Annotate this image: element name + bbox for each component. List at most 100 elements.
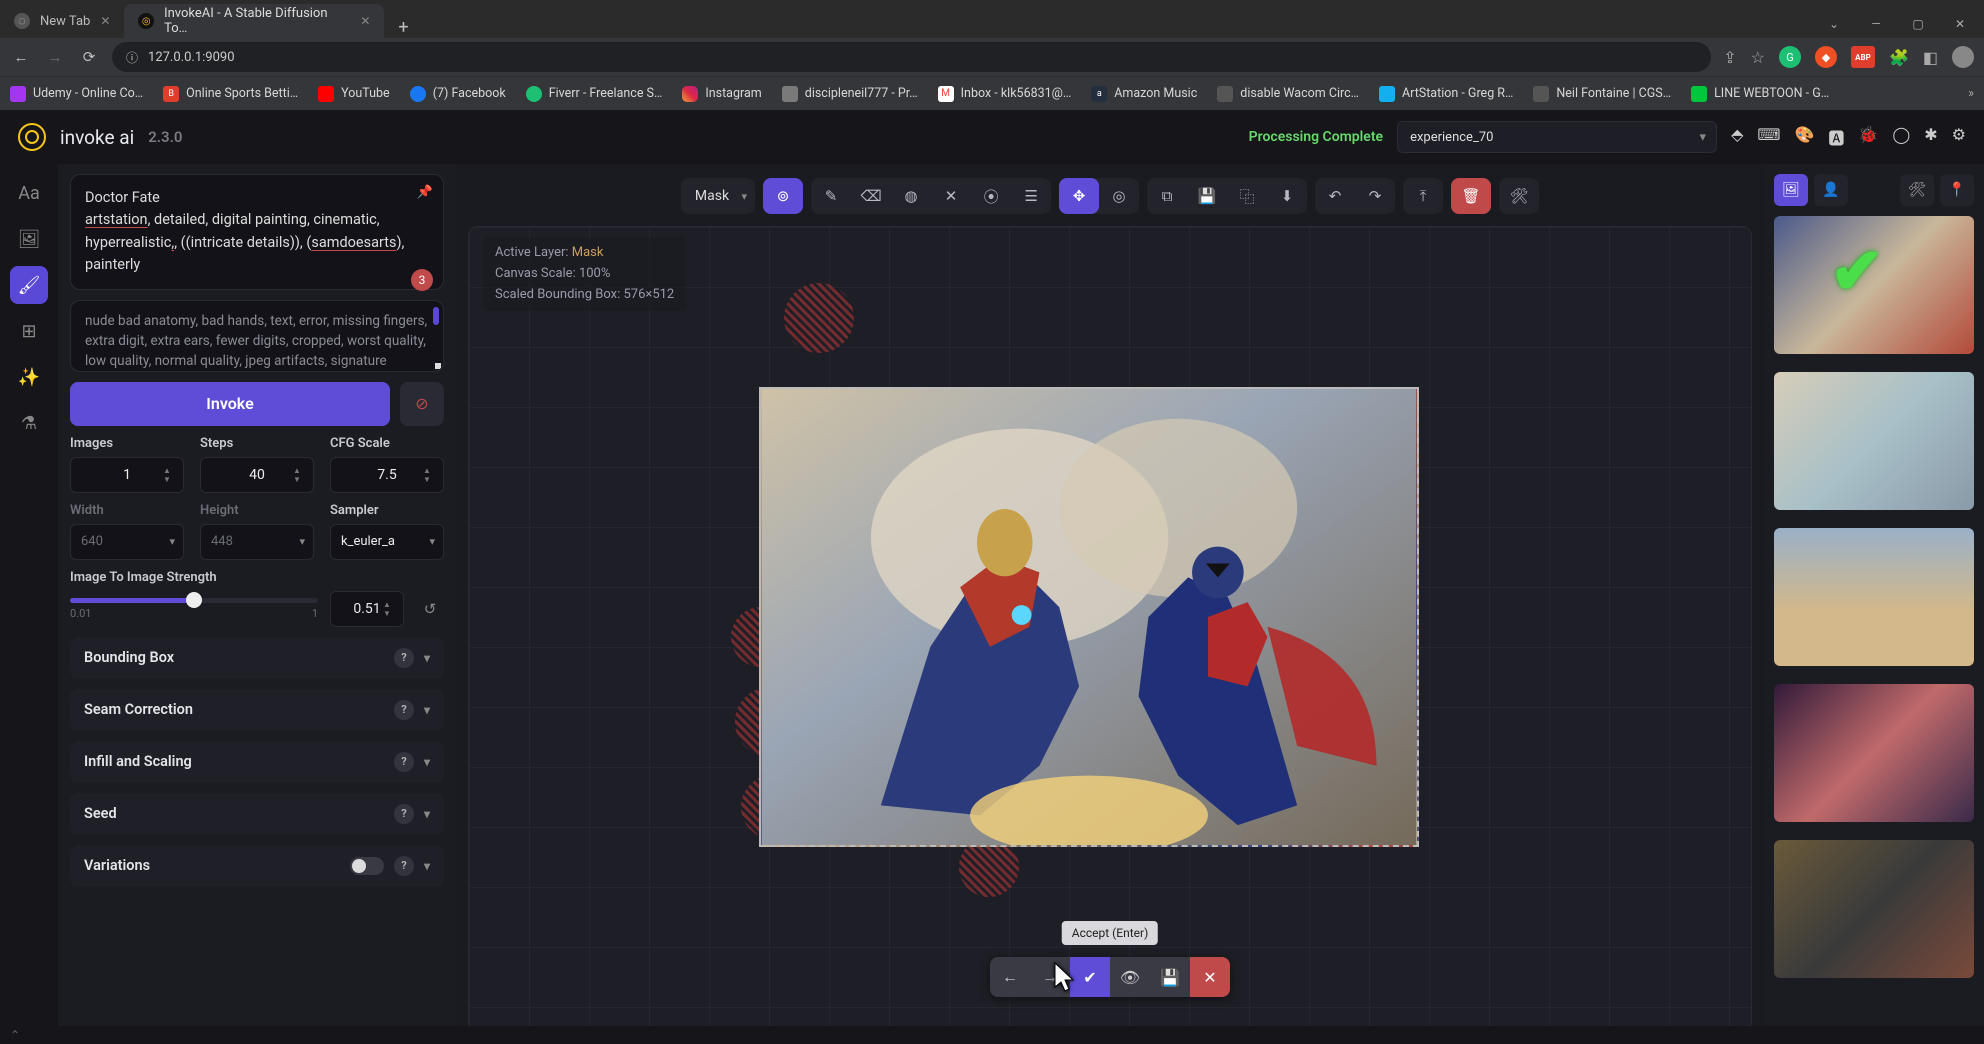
cancel-button[interactable]: ⊘	[400, 382, 444, 426]
accordion-seed[interactable]: Seed?▾	[70, 793, 444, 835]
discord-icon[interactable]: ✱	[1924, 125, 1937, 149]
bookmarks-overflow-icon[interactable]: »	[1968, 86, 1974, 101]
gallery-thumb[interactable]	[1774, 216, 1974, 354]
bookmark-item[interactable]: MInbox - klk56831@…	[938, 86, 1072, 102]
model-manager-icon[interactable]: ⬘	[1731, 125, 1743, 149]
save-to-gallery-button[interactable]: 💾	[1187, 178, 1227, 214]
side-panel-icon[interactable]: ◧	[1923, 48, 1938, 67]
variations-toggle[interactable]	[350, 857, 384, 875]
gallery-thumb[interactable]	[1774, 528, 1974, 666]
resize-handle-icon[interactable]	[435, 363, 441, 369]
help-icon[interactable]: ?	[394, 648, 414, 668]
close-window-icon[interactable]: ✕	[1942, 10, 1978, 38]
reset-button[interactable]: ↺	[416, 600, 444, 618]
accordion-variations[interactable]: Variations ?▾	[70, 845, 444, 887]
brush-options-button[interactable]: ☰	[1011, 178, 1051, 214]
maximize-icon[interactable]: ▢	[1900, 10, 1936, 38]
move-tool-button[interactable]: ✥	[1059, 178, 1099, 214]
bbox-tool-button[interactable]: ◎	[1099, 178, 1139, 214]
height-select[interactable]: 448	[200, 524, 314, 560]
staging-toggle-view-button[interactable]: 👁	[1110, 957, 1150, 997]
rail-postprocess[interactable]: ✨	[10, 358, 48, 396]
copy-to-clipboard-button[interactable]: ⿻	[1227, 178, 1267, 214]
gallery-pin-button[interactable]: 📍	[1940, 174, 1974, 206]
redo-button[interactable]: ↷	[1355, 178, 1395, 214]
browser-tab-1[interactable]: ◎ InvokeAI - A Stable Diffusion To… ✕	[124, 4, 384, 38]
staging-accept-button[interactable]: ✔	[1070, 957, 1110, 997]
share-icon[interactable]: ⇪	[1723, 48, 1736, 67]
img2img-strength-input[interactable]: 0.51▲▼	[330, 591, 404, 627]
help-icon[interactable]: ?	[394, 856, 414, 876]
back-button[interactable]: ←	[10, 48, 32, 66]
help-icon[interactable]: ?	[394, 700, 414, 720]
address-bar[interactable]: ⓘ 127.0.0.1:9090	[112, 42, 1711, 72]
rail-training[interactable]: ⚗	[10, 404, 48, 442]
sampler-select[interactable]: k_euler_a	[330, 524, 444, 560]
bookmark-item[interactable]: Instagram	[682, 86, 761, 102]
bookmark-item[interactable]: Fiverr - Freelance S…	[526, 86, 663, 102]
extension-icon[interactable]: ◆	[1815, 46, 1837, 68]
bookmark-item[interactable]: Udemy - Online Co…	[10, 86, 143, 102]
slider-thumb[interactable]	[186, 592, 202, 608]
gallery-thumb[interactable]	[1774, 684, 1974, 822]
bookmark-item[interactable]: ArtStation - Greg R…	[1379, 86, 1513, 102]
accordion-infill-scaling[interactable]: Infill and Scaling?▾	[70, 741, 444, 783]
staging-discard-button[interactable]: ✕	[1190, 957, 1230, 997]
new-tab-button[interactable]: +	[384, 17, 422, 38]
stepper-icon[interactable]: ▲▼	[423, 458, 439, 492]
forward-button[interactable]: →	[44, 48, 66, 66]
site-info-icon[interactable]: ⓘ	[126, 49, 138, 66]
extension-abp-icon[interactable]: ABP	[1851, 46, 1875, 68]
language-icon[interactable]: 🅰	[1828, 125, 1844, 149]
gallery-user-tab[interactable]: 👤	[1814, 174, 1848, 206]
upload-button[interactable]: ⤒	[1403, 178, 1443, 214]
merge-visible-button[interactable]: ⧉	[1147, 178, 1187, 214]
tabs-dropdown-icon[interactable]: ⌄	[1816, 10, 1852, 38]
images-input[interactable]: 1▲▼	[70, 457, 184, 493]
scrollbar-thumb[interactable]	[433, 307, 439, 325]
clear-mask-button[interactable]: ✕	[931, 178, 971, 214]
bookmark-item[interactable]: aAmazon Music	[1091, 86, 1197, 102]
console-toggle-icon[interactable]: ⌃	[10, 1028, 20, 1042]
bookmark-item[interactable]: discipleneil777 - Pr…	[782, 86, 918, 102]
width-select[interactable]: 640	[70, 524, 184, 560]
extension-icon[interactable]: G	[1779, 46, 1801, 68]
settings-icon[interactable]: ⚙	[1952, 125, 1966, 149]
color-picker-button[interactable]: ⦿	[971, 178, 1011, 214]
bookmark-item[interactable]: BOnline Sports Betti…	[163, 86, 298, 102]
fill-tool-button[interactable]: ◍	[891, 178, 931, 214]
bookmark-item[interactable]: Neil Fontaine | CGS…	[1533, 86, 1671, 102]
profile-avatar-icon[interactable]	[1952, 46, 1974, 68]
invoke-button[interactable]: Invoke	[70, 382, 390, 426]
download-button[interactable]: ⬇	[1267, 178, 1307, 214]
bug-icon[interactable]: 🐞	[1858, 125, 1878, 149]
canvas-settings-button[interactable]: 🛠	[1499, 178, 1539, 214]
prompt-input[interactable]: 📌 Doctor Fate artstation, detailed, digi…	[70, 174, 444, 290]
minimize-icon[interactable]: —	[1858, 10, 1894, 38]
bookmark-item[interactable]: YouTube	[318, 86, 390, 102]
bookmark-item[interactable]: disable Wacom Circ…	[1217, 86, 1359, 102]
extensions-menu-icon[interactable]: 🧩	[1889, 48, 1909, 67]
accordion-bounding-box[interactable]: Bounding Box?▾	[70, 637, 444, 679]
browser-tab-0[interactable]: ◌ New Tab ✕	[0, 4, 124, 38]
accordion-seam-correction[interactable]: Seam Correction?▾	[70, 689, 444, 731]
negative-prompt-input[interactable]: nude bad anatomy, bad hands, text, error…	[70, 300, 444, 372]
close-icon[interactable]: ✕	[100, 14, 110, 28]
stepper-icon[interactable]: ▲▼	[293, 458, 309, 492]
canvas-image[interactable]	[759, 387, 1419, 847]
bookmark-item[interactable]: (7) Facebook	[410, 86, 506, 102]
layer-select[interactable]: Mask	[681, 178, 755, 214]
cfg-input[interactable]: 7.5▲▼	[330, 457, 444, 493]
model-select[interactable]: experience_70	[1397, 121, 1717, 153]
help-icon[interactable]: ?	[394, 752, 414, 772]
bookmark-star-icon[interactable]: ☆	[1751, 48, 1765, 67]
rail-txt2img[interactable]: Aa	[10, 174, 48, 212]
stepper-icon[interactable]: ▲▼	[163, 458, 179, 492]
rail-img2img[interactable]: 🖼	[10, 220, 48, 258]
gallery-thumb[interactable]	[1774, 840, 1974, 978]
mask-options-button[interactable]: ⊚	[763, 178, 803, 214]
staging-next-button[interactable]: →	[1030, 957, 1070, 997]
staging-save-button[interactable]: 💾	[1150, 957, 1190, 997]
theme-icon[interactable]: 🎨	[1794, 125, 1814, 149]
gallery-results-tab[interactable]: 🖼	[1774, 174, 1808, 206]
